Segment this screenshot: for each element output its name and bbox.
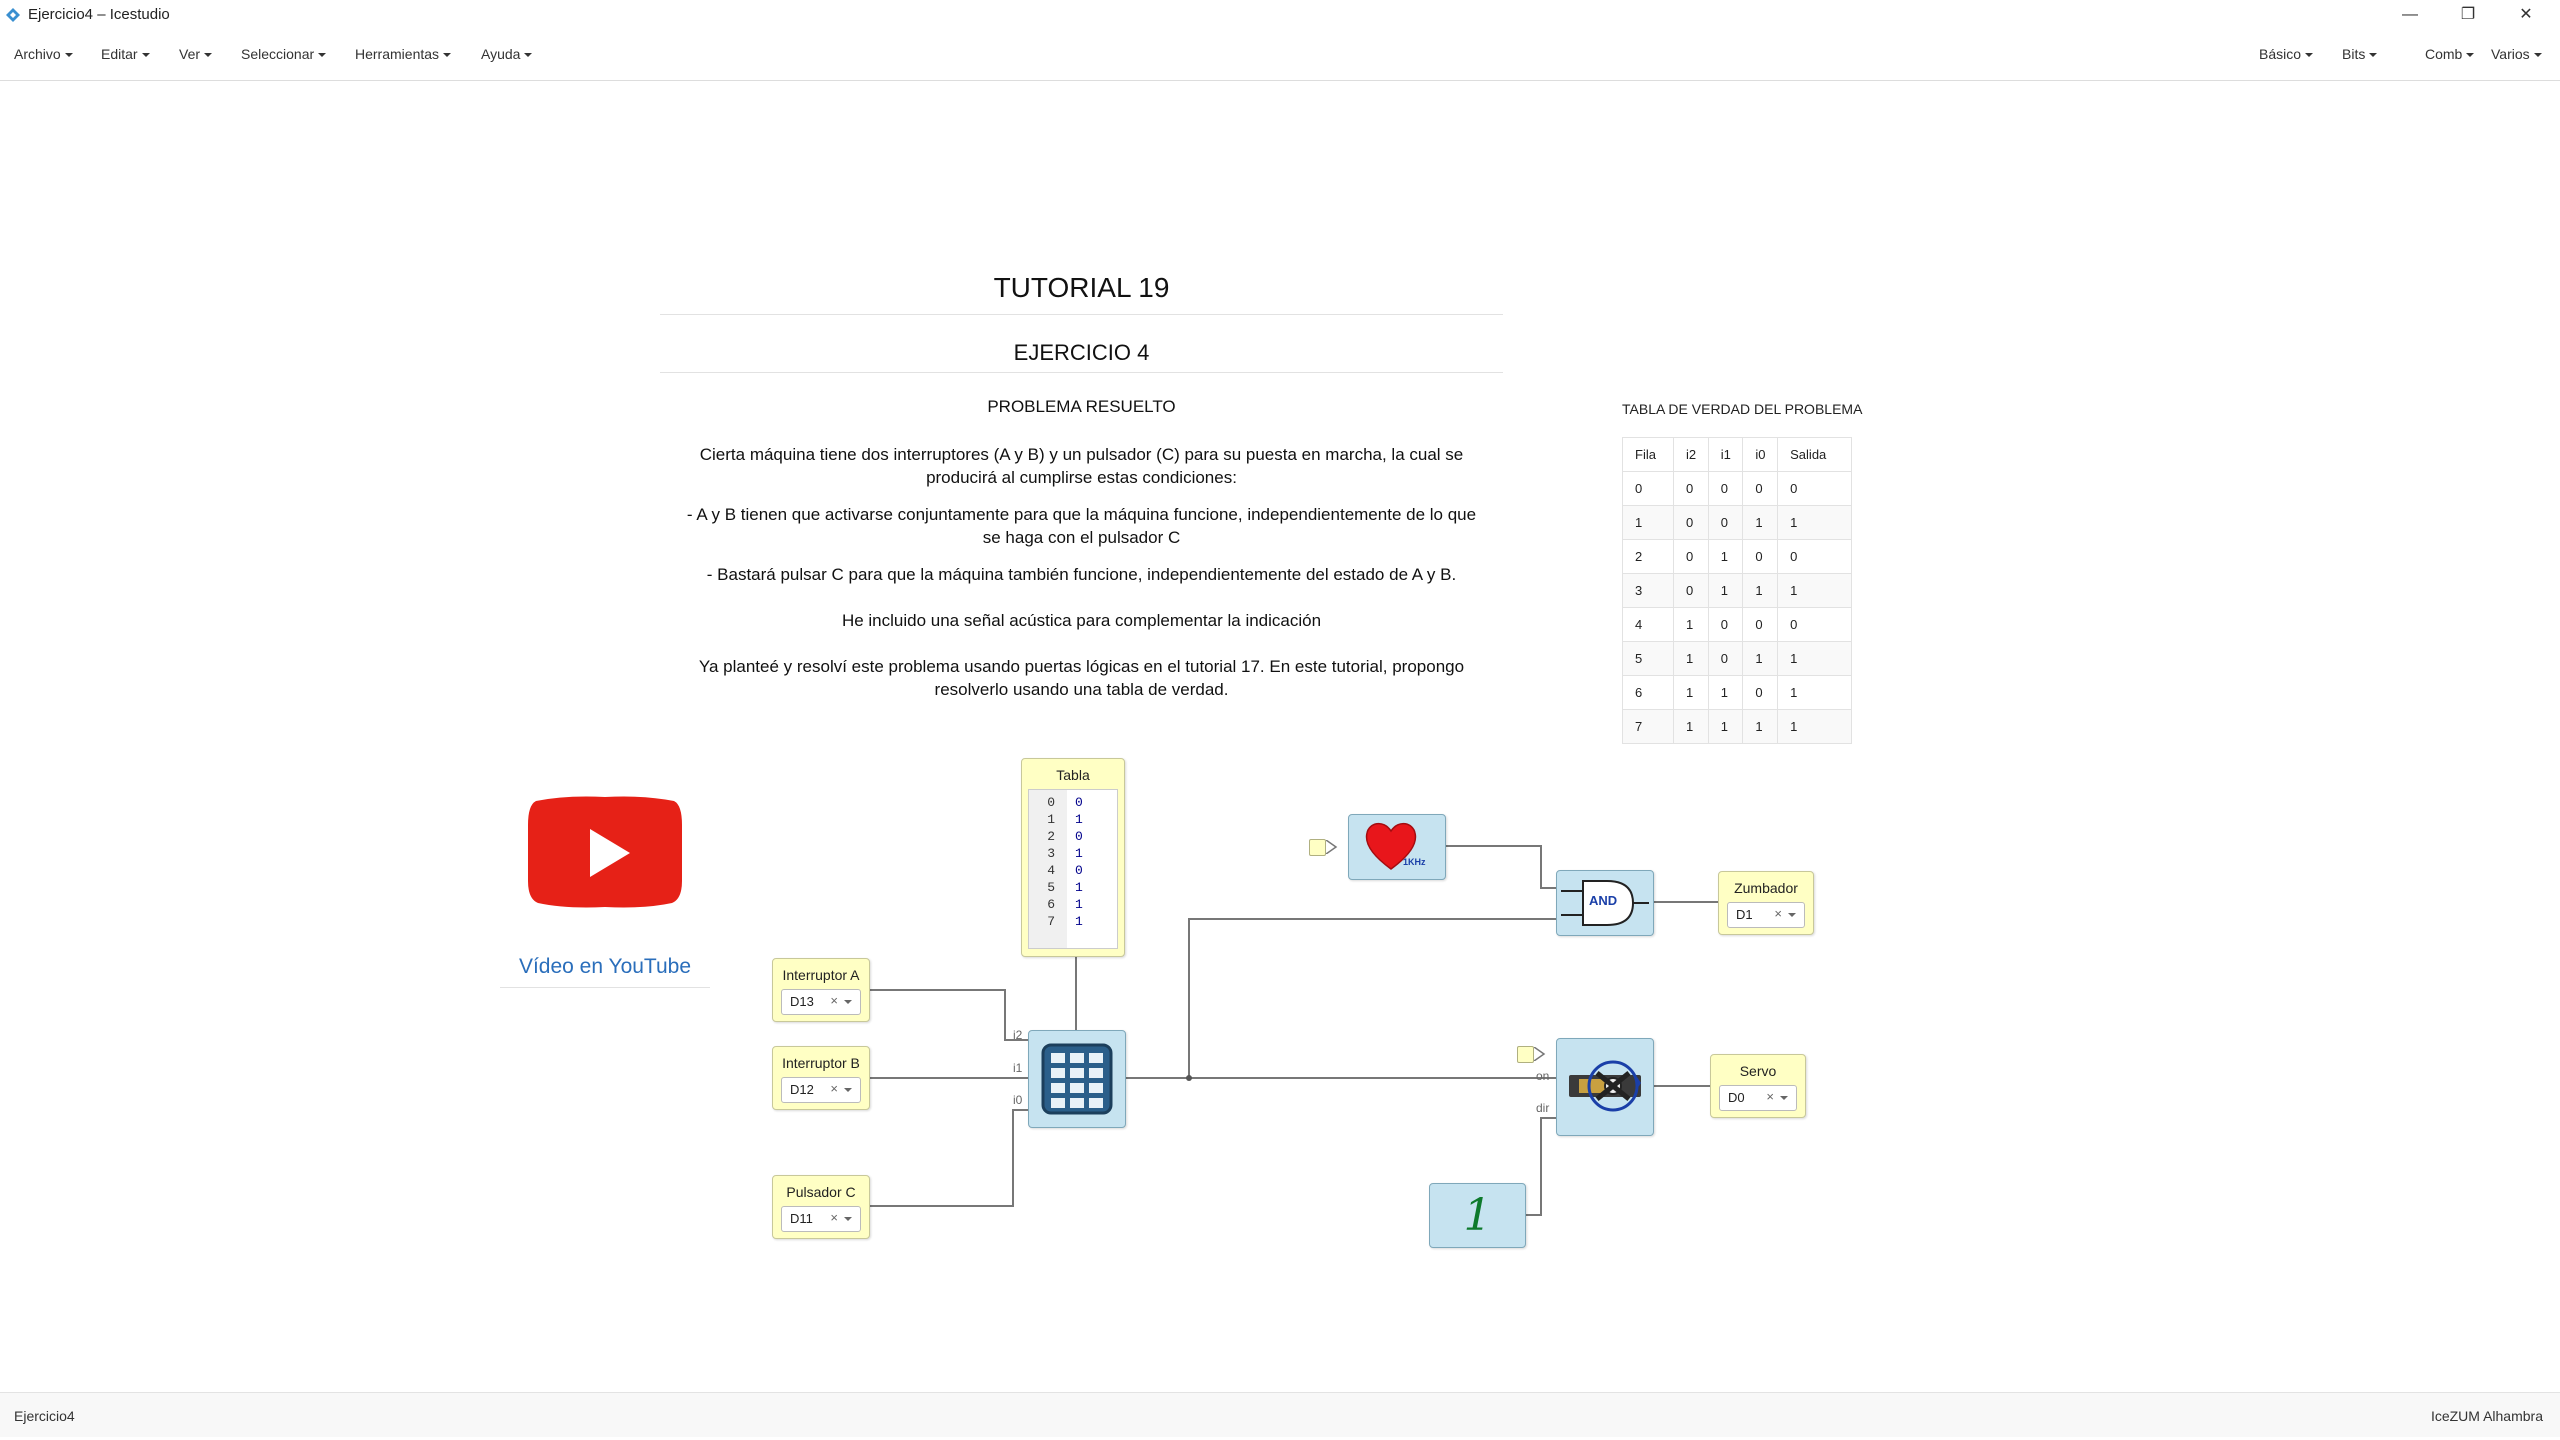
servo-input-port[interactable] [1517, 1046, 1534, 1063]
tabla-line-numbers: 0 1 2 3 4 5 6 7 [1047, 795, 1055, 929]
clear-icon[interactable]: × [830, 1081, 838, 1096]
constant-one-block[interactable]: 1 [1429, 1183, 1526, 1248]
port-i1-label: i1 [1013, 1061, 1023, 1075]
constant-one-label: 1 [1463, 1190, 1492, 1241]
heart-input-port[interactable] [1309, 839, 1326, 856]
clear-icon[interactable]: × [1766, 1089, 1774, 1104]
dropdown-arrow-icon[interactable] [1788, 913, 1796, 917]
tabla-title: Tabla [1056, 767, 1090, 783]
zumbador-pin: D1 [1736, 907, 1753, 922]
heart-1khz-block[interactable]: 1KHz [1348, 814, 1446, 880]
pulsador-c-label: Pulsador C [786, 1184, 856, 1200]
dropdown-arrow-icon[interactable] [844, 1088, 852, 1092]
interruptor-a-label: Interruptor A [782, 967, 860, 983]
servo-motor-icon [1569, 1060, 1641, 1112]
interruptor-b-label: Interruptor B [782, 1055, 860, 1071]
servo-pin: D0 [1728, 1090, 1745, 1105]
interruptor-a-pin-select[interactable]: D13 × [781, 989, 861, 1015]
clear-icon[interactable]: × [830, 993, 838, 1008]
and-gate-label: AND [1589, 893, 1618, 908]
pulsador-c-pin-select[interactable]: D11 × [781, 1206, 861, 1232]
port-i2-label: i2 [1013, 1028, 1023, 1042]
wire-tabla-to-and [1188, 918, 1556, 1078]
port-dir-label: dir [1536, 1101, 1550, 1115]
servo-block[interactable]: Servo D0 × [1710, 1054, 1806, 1118]
pulsador-c-block[interactable]: Pulsador C D11 × [772, 1175, 870, 1239]
wire-junction [1186, 1075, 1192, 1081]
zumbador-label: Zumbador [1734, 880, 1798, 896]
wire-pulsador-c [868, 1109, 1028, 1207]
interruptor-a-block[interactable]: Interruptor A D13 × [772, 958, 870, 1022]
clear-icon[interactable]: × [1774, 906, 1782, 921]
servo-label: Servo [1739, 1063, 1777, 1079]
servo-pin-select[interactable]: D0 × [1719, 1085, 1797, 1111]
tabla-values: 0 1 0 1 0 1 1 1 [1075, 795, 1083, 929]
dropdown-arrow-icon[interactable] [1780, 1096, 1788, 1100]
table-grid-icon [1041, 1043, 1113, 1115]
circuit-wires [868, 845, 1718, 1216]
truth-table-module[interactable] [1028, 1030, 1126, 1128]
servo-controller-block[interactable] [1556, 1038, 1654, 1136]
wire-constant-to-servo [1524, 1117, 1556, 1216]
interruptor-b-pin: D12 [790, 1082, 814, 1097]
zumbador-pin-select[interactable]: D1 × [1727, 902, 1805, 928]
tabla-editor[interactable]: 0 1 2 3 4 5 6 7 0 1 0 1 0 1 1 1 [1028, 789, 1118, 949]
zumbador-block[interactable]: Zumbador D1 × [1718, 871, 1814, 935]
clear-icon[interactable]: × [830, 1210, 838, 1225]
dropdown-arrow-icon[interactable] [844, 1217, 852, 1221]
wire-interruptor-a [868, 989, 1028, 1041]
interruptor-a-pin: D13 [790, 994, 814, 1009]
port-arrow-icon [1534, 1047, 1546, 1061]
port-on-label: on [1536, 1069, 1550, 1083]
status-board-name[interactable]: IceZUM Alhambra [2431, 1408, 2543, 1424]
tabla-block[interactable]: Tabla 0 1 2 3 4 5 6 7 0 1 0 1 0 1 1 1 [1021, 758, 1125, 957]
status-project-name: Ejercicio4 [14, 1408, 75, 1424]
port-i0-label: i0 [1013, 1093, 1023, 1107]
wire-heart-to-and [1444, 845, 1556, 889]
pulsador-c-pin: D11 [790, 1211, 813, 1226]
status-bar: Ejercicio4 IceZUM Alhambra [0, 1392, 2560, 1437]
dropdown-arrow-icon[interactable] [844, 1000, 852, 1004]
heart-frequency-label: 1KHz [1403, 857, 1426, 867]
interruptor-b-block[interactable]: Interruptor B D12 × [772, 1046, 870, 1110]
port-arrow-icon [1326, 840, 1338, 854]
interruptor-b-pin-select[interactable]: D12 × [781, 1077, 861, 1103]
and-gate-block[interactable]: AND [1556, 870, 1654, 936]
